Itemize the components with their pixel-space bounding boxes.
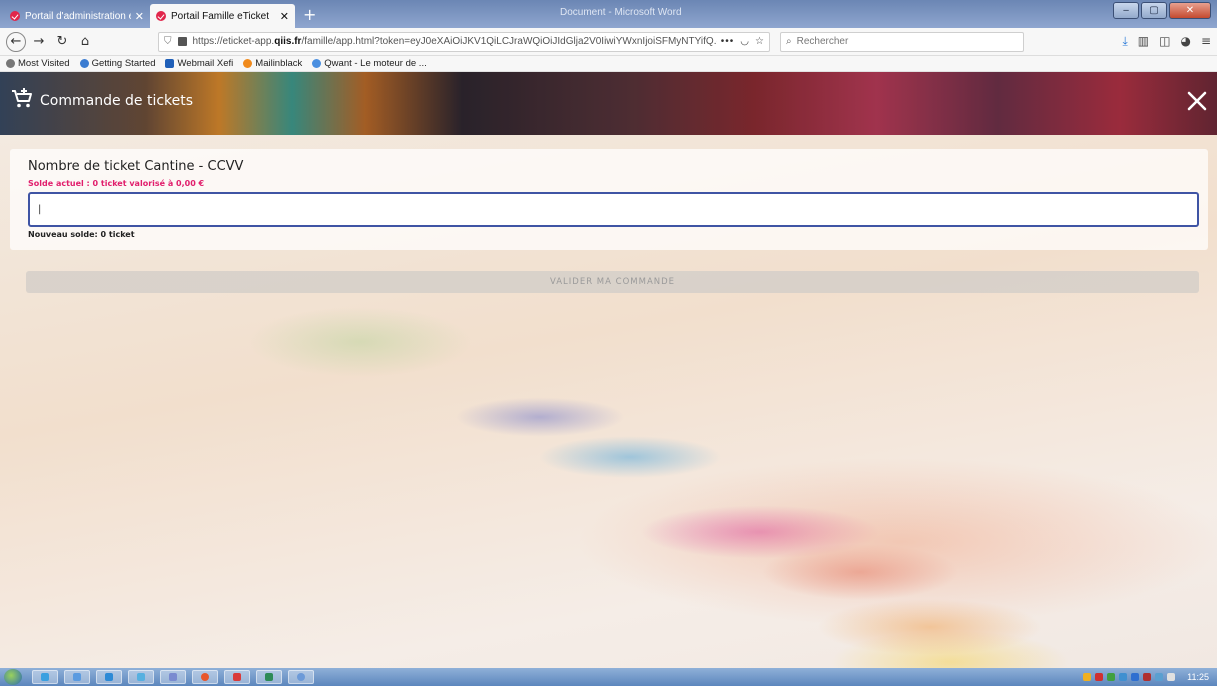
url-domain: qiis.fr: [274, 36, 302, 47]
mailinblack-icon: [243, 59, 253, 68]
new-balance: Nouveau solde: 0 ticket: [28, 230, 135, 239]
tray-icon[interactable]: [1143, 673, 1152, 681]
window-title: Document - Microsoft Word: [560, 7, 682, 18]
bookmark-webmail-xefi[interactable]: Webmail Xefi: [165, 58, 233, 69]
search-placeholder: Rechercher: [796, 36, 849, 47]
app-icon: [297, 673, 305, 681]
validate-order-button[interactable]: VALIDER MA COMMANDE: [26, 271, 1199, 293]
bookmark-mailinblack[interactable]: Mailinblack: [243, 58, 302, 69]
taskbar-button[interactable]: [192, 670, 218, 684]
app-icon: [137, 673, 145, 681]
home-button[interactable]: ⌂: [75, 32, 95, 52]
sidebar-icon[interactable]: ◫: [1159, 34, 1170, 49]
eticket-favicon-icon: [10, 11, 20, 21]
app-icon: [265, 673, 273, 681]
tab-famille-eticket[interactable]: Portail Famille eTicket ✕: [150, 4, 295, 28]
minimize-button[interactable]: ‒: [1113, 2, 1139, 19]
tray-icon[interactable]: [1095, 673, 1104, 681]
globe-icon: [79, 59, 89, 68]
qwant-icon: [312, 59, 322, 68]
shield-icon: ⛉: [164, 36, 172, 47]
taskbar-button[interactable]: [96, 670, 122, 684]
lock-icon: [177, 37, 187, 46]
webmail-icon: [165, 59, 175, 68]
url-prefix: https://eticket-app.: [192, 36, 275, 47]
cart-add-icon: [12, 88, 32, 108]
url-text: https://eticket-app.qiis.fr/famille/app.…: [193, 36, 717, 47]
new-tab-button[interactable]: +: [303, 5, 316, 24]
system-tray: 11:25: [1083, 672, 1217, 682]
bookmark-star-icon[interactable]: ☆: [755, 36, 764, 47]
close-icon[interactable]: [1185, 89, 1209, 113]
close-window-button[interactable]: ✕: [1169, 2, 1211, 19]
url-path: /famille/app.html?token=eyJ0eXAiOiJKV1Qi…: [301, 36, 717, 47]
bookmark-label: Qwant - Le moteur de ...: [324, 58, 427, 69]
bookmark-qwant[interactable]: Qwant - Le moteur de ...: [312, 58, 427, 69]
pocket-icon[interactable]: ◡: [740, 36, 749, 47]
url-bar[interactable]: ⛉ https://eticket-app.qiis.fr/famille/ap…: [158, 31, 770, 52]
window-controls: ‒ ▢ ✕: [1113, 2, 1211, 19]
taskbar-button[interactable]: [224, 670, 250, 684]
taskbar-button[interactable]: [32, 670, 58, 684]
bookmark-label: Getting Started: [91, 58, 156, 69]
bookmark-most-visited[interactable]: Most Visited: [6, 58, 70, 69]
library-icon[interactable]: ▥: [1138, 34, 1149, 49]
bookmark-label: Mailinblack: [255, 58, 303, 69]
browser-nav-bar: ← → ↻ ⌂ ⛉ https://eticket-app.qiis.fr/fa…: [0, 28, 1217, 56]
network-icon[interactable]: [1155, 673, 1164, 681]
tray-icon[interactable]: [1131, 673, 1140, 681]
app-icon: [73, 673, 81, 681]
eticket-favicon-icon: [156, 11, 166, 21]
bookmark-label: Most Visited: [18, 58, 70, 69]
browser-tab-bar: Portail d'administration eTicket ✕ Porta…: [0, 0, 1217, 28]
tab-label: Portail Famille eTicket: [171, 10, 269, 22]
app-icon: [233, 673, 241, 681]
ticket-quantity-input[interactable]: |: [28, 192, 1199, 227]
windows-taskbar: 11:25: [0, 668, 1217, 686]
tab-close-icon[interactable]: ✕: [135, 10, 144, 23]
volume-icon[interactable]: [1167, 673, 1176, 681]
ie-icon: [105, 673, 113, 681]
search-icon: ⌕: [786, 36, 792, 47]
app-page: Commande de tickets Nombre de ticket Can…: [0, 72, 1217, 668]
text-cursor: |: [38, 204, 42, 215]
menu-icon[interactable]: ≡: [1201, 34, 1211, 49]
page-title: Commande de tickets: [40, 93, 194, 109]
taskbar-button[interactable]: [128, 670, 154, 684]
tab-label: Portail d'administration eTicket: [25, 10, 131, 22]
bookmark-label: Webmail Xefi: [177, 58, 234, 69]
tray-icon[interactable]: [1107, 673, 1116, 681]
forward-button[interactable]: →: [29, 32, 49, 52]
app-icon: [169, 673, 177, 681]
tray-icon[interactable]: [1083, 673, 1092, 681]
current-balance: Solde actuel : 0 ticket valorisé à 0,00 …: [28, 179, 205, 188]
tab-close-icon[interactable]: ✕: [280, 10, 289, 23]
maximize-button[interactable]: ▢: [1141, 2, 1167, 19]
search-input[interactable]: ⌕ Rechercher: [780, 31, 1024, 52]
ticket-type-title: Nombre de ticket Cantine - CCVV: [28, 159, 244, 174]
reload-button[interactable]: ↻: [52, 32, 72, 52]
ticket-order-card: Nombre de ticket Cantine - CCVV Solde ac…: [10, 149, 1208, 250]
bookmark-getting-started[interactable]: Getting Started: [79, 58, 156, 69]
bookmarks-bar: Most Visited Getting Started Webmail Xef…: [0, 56, 1217, 72]
firefox-icon: [201, 673, 209, 681]
toolbar-icons: ⤓ ▥ ◫ ◕ ≡: [1122, 34, 1211, 49]
taskbar-button[interactable]: [256, 670, 282, 684]
tab-admin-eticket[interactable]: Portail d'administration eTicket ✕: [4, 4, 150, 28]
start-button[interactable]: [4, 669, 22, 685]
app-icon: [41, 673, 49, 681]
page-actions-icon[interactable]: •••: [721, 36, 735, 47]
tray-icon[interactable]: [1119, 673, 1128, 681]
download-icon[interactable]: ⤓: [1122, 34, 1127, 49]
taskbar-button[interactable]: [160, 670, 186, 684]
back-button[interactable]: ←: [6, 31, 26, 52]
taskbar-button[interactable]: [288, 670, 314, 684]
clock[interactable]: 11:25: [1187, 672, 1209, 682]
extension-icon[interactable]: ◕: [1180, 34, 1190, 49]
taskbar-button[interactable]: [64, 670, 90, 684]
gear-icon: [6, 59, 15, 68]
